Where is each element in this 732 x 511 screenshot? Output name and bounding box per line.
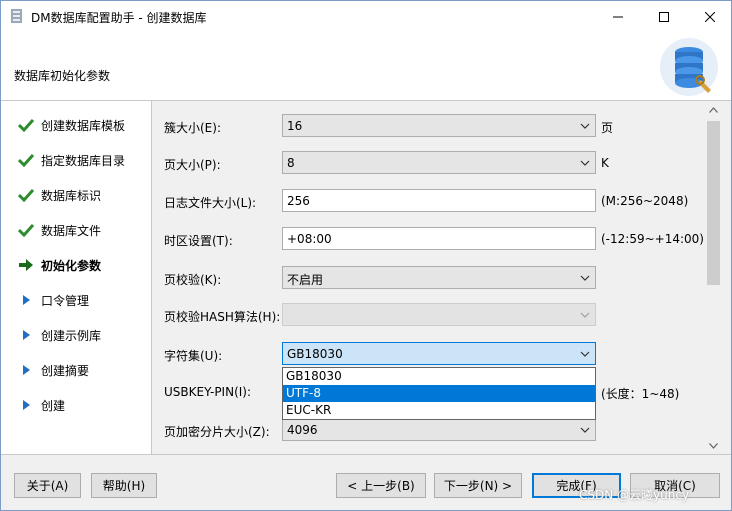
chevron-down-icon — [580, 275, 590, 281]
page-check-select[interactable]: 不启用 — [282, 266, 596, 289]
chevron-down-icon — [580, 160, 590, 166]
charset-option[interactable]: EUC-KR — [283, 402, 595, 419]
charset-label: 字符集(U): — [164, 349, 223, 363]
about-button[interactable]: 关于(A) — [14, 473, 81, 498]
chevron-down-icon — [580, 427, 590, 433]
check-icon — [17, 152, 35, 168]
log-size-value: 256 — [287, 194, 310, 208]
wizard-footer: 关于(A) 帮助(H) < 上一步(B) 下一步(N) > 完成(F) 取消(C… — [1, 454, 731, 510]
nav-step-label: 创建 — [41, 398, 66, 413]
nav-step-init-params[interactable]: 初始化参数 — [17, 255, 101, 275]
pending-arrow-icon — [17, 397, 35, 413]
pending-arrow-icon — [17, 362, 35, 378]
wizard-header: 数据库初始化参数 — [1, 32, 731, 101]
charset-dropdown-list: GB18030 UTF-8 EUC-KR — [282, 367, 596, 420]
nav-step-password[interactable]: 口令管理 — [17, 290, 89, 310]
charset-option-highlighted[interactable]: UTF-8 — [283, 385, 595, 402]
minimize-button[interactable] — [595, 1, 641, 32]
chevron-up-icon — [709, 106, 718, 113]
nav-step-create[interactable]: 创建 — [17, 395, 65, 415]
watermark: CSDN @云曦yuncy — [579, 488, 690, 502]
chevron-down-icon — [580, 351, 590, 357]
maximize-button[interactable] — [641, 1, 687, 32]
usbkey-pin-label: USBKEY-PIN(I): — [164, 385, 252, 399]
page-size-unit: K — [601, 156, 609, 170]
check-icon — [17, 222, 35, 238]
close-icon — [705, 11, 715, 22]
help-button[interactable]: 帮助(H) — [91, 473, 157, 498]
window-title: DM数据库配置助手 - 创建数据库 — [31, 11, 207, 25]
prev-button[interactable]: < 上一步(B) — [336, 473, 426, 498]
title-bar[interactable]: DM数据库配置助手 - 创建数据库 — [1, 1, 731, 32]
nav-step-label: 创建摘要 — [41, 363, 90, 378]
wizard-steps-nav: 创建数据库模板 指定数据库目录 数据库标识 数据库文件 初始化参数 口令管理 创… — [1, 101, 152, 454]
nav-step-label: 初始化参数 — [41, 258, 102, 273]
time-zone-label: 时区设置(T): — [164, 234, 233, 248]
extent-size-value: 16 — [287, 119, 303, 133]
nav-step-label: 创建示例库 — [41, 328, 102, 343]
chevron-down-icon — [709, 442, 718, 449]
app-window: DM数据库配置助手 - 创建数据库 数据库初始化参数 创建数据库模板 指定数据库… — [0, 0, 732, 511]
page-hash-select[interactable] — [282, 303, 596, 326]
current-arrow-icon — [17, 257, 35, 273]
close-button[interactable] — [687, 1, 731, 32]
charset-option[interactable]: GB18030 — [283, 368, 595, 385]
usbkey-pin-range: (长度：1~48) — [601, 387, 680, 401]
chevron-down-icon — [580, 123, 590, 129]
charset-value: GB18030 — [287, 347, 343, 361]
log-size-range: (M:256~2048) — [601, 194, 689, 208]
database-logo-icon — [660, 38, 718, 96]
nav-step-label: 数据库标识 — [41, 188, 102, 203]
nav-step-summary[interactable]: 创建摘要 — [17, 360, 89, 380]
scrollbar-thumb[interactable] — [707, 121, 720, 285]
log-size-input[interactable]: 256 — [282, 189, 596, 212]
nav-step-files[interactable]: 数据库文件 — [17, 220, 101, 240]
nav-step-sample-db[interactable]: 创建示例库 — [17, 325, 101, 345]
check-icon — [17, 117, 35, 133]
page-title: 数据库初始化参数 — [14, 69, 111, 83]
time-zone-range: (-12:59~+14:00) — [601, 232, 704, 246]
page-check-label: 页校验(K): — [164, 273, 222, 287]
page-hash-label: 页校验HASH算法(H): — [164, 310, 281, 324]
chevron-down-icon — [580, 312, 590, 318]
log-size-label: 日志文件大小(L): — [164, 196, 257, 210]
pending-arrow-icon — [17, 292, 35, 308]
page-enc-size-select[interactable]: 4096 — [282, 418, 596, 441]
form-scrollbar[interactable] — [705, 101, 722, 454]
next-button[interactable]: 下一步(N) > — [434, 473, 522, 498]
page-check-value: 不启用 — [287, 273, 324, 287]
minimize-icon — [613, 16, 623, 17]
nav-step-label: 数据库文件 — [41, 223, 102, 238]
time-zone-value: +08:00 — [287, 232, 332, 246]
nav-step-label: 口令管理 — [41, 293, 90, 308]
page-size-select[interactable]: 8 — [282, 151, 596, 174]
extent-size-label: 簇大小(E): — [164, 121, 221, 135]
check-icon — [17, 187, 35, 203]
page-size-value: 8 — [287, 156, 295, 170]
nav-step-directory[interactable]: 指定数据库目录 — [17, 150, 125, 170]
extent-size-unit: 页 — [601, 121, 614, 135]
maximize-icon — [659, 11, 669, 22]
pending-arrow-icon — [17, 327, 35, 343]
nav-step-template[interactable]: 创建数据库模板 — [17, 115, 125, 135]
page-size-label: 页大小(P): — [164, 158, 221, 172]
init-params-form: 簇大小(E): 16 页 页大小(P): 8 K 日志文件大小(L): 256 … — [153, 101, 705, 454]
scroll-down-button[interactable] — [705, 437, 722, 454]
nav-step-label: 创建数据库模板 — [41, 118, 126, 133]
extent-size-select[interactable]: 16 — [282, 114, 596, 137]
page-enc-size-value: 4096 — [287, 423, 318, 437]
scroll-up-button[interactable] — [705, 101, 722, 118]
nav-step-identity[interactable]: 数据库标识 — [17, 185, 101, 205]
page-enc-size-label: 页加密分片大小(Z): — [164, 425, 270, 439]
time-zone-input[interactable]: +08:00 — [282, 227, 596, 250]
charset-select[interactable]: GB18030 — [282, 342, 596, 365]
nav-step-label: 指定数据库目录 — [41, 153, 126, 168]
app-icon — [11, 9, 22, 23]
